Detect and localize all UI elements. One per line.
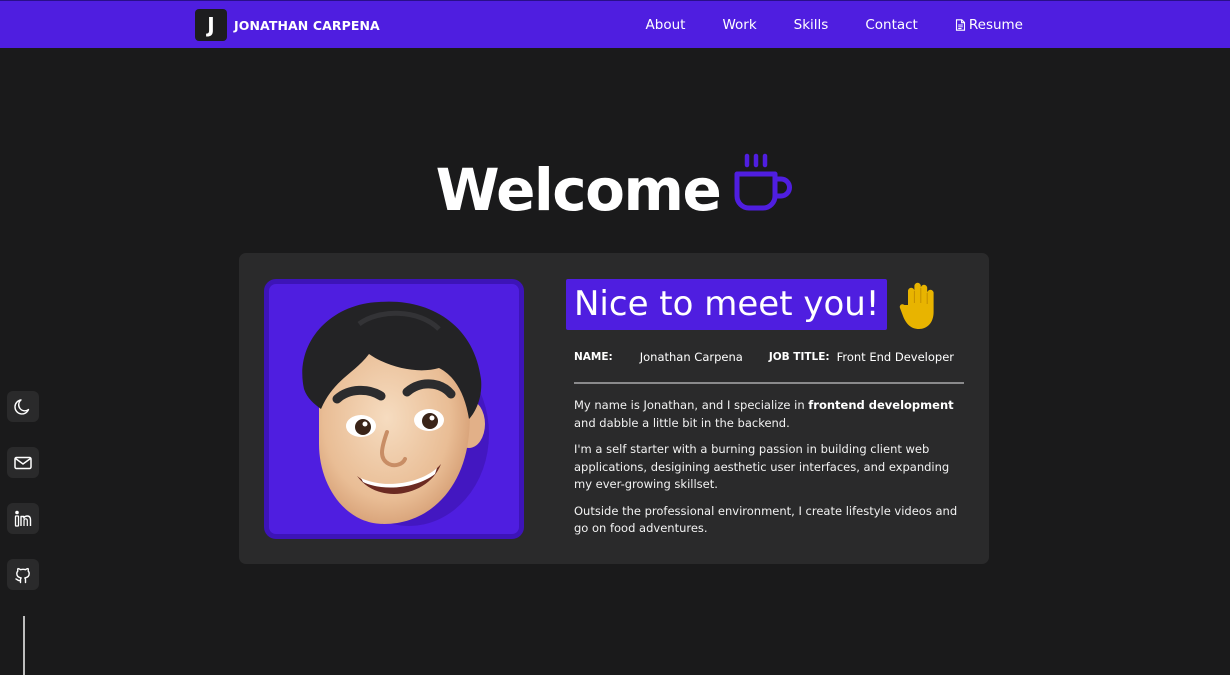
nav-link-resume-label: Resume [968, 17, 1023, 33]
nav-link-work[interactable]: Work [722, 17, 756, 33]
name-value: Jonathan Carpena [639, 350, 743, 364]
job-title-label: JOB TITLE: [768, 351, 830, 363]
brand-logo: J [195, 9, 227, 41]
email-link[interactable] [7, 447, 39, 478]
moon-icon [14, 398, 30, 415]
side-dock-line [23, 616, 25, 675]
nav-link-skills[interactable]: Skills [794, 17, 829, 33]
job-title-value: Front End Developer [836, 350, 955, 364]
github-icon [15, 567, 30, 583]
greeting-text: Nice to meet you! [566, 279, 888, 330]
about-card: Nice to meet you! NAME: Jonathan Carpena… [239, 253, 989, 564]
linkedin-icon [14, 510, 32, 527]
page-title: Welcome [435, 156, 722, 224]
bio-highlight: frontend development [808, 398, 954, 412]
memoji-avatar-image [302, 301, 489, 526]
raised-hand-icon [900, 282, 935, 329]
bio-paragraph-3: Outside the professional environment, I … [574, 503, 958, 536]
document-icon [955, 19, 965, 31]
bio: My name is Jonathan, and I specialize in… [574, 397, 969, 547]
brand-home-link[interactable]: J JONATHAN CARPENA [195, 9, 380, 41]
name-label: NAME: [574, 351, 613, 363]
top-navbar: J JONATHAN CARPENA About Work Skills Con… [0, 0, 1230, 48]
mail-icon [14, 456, 32, 469]
nav-link-resume[interactable]: Resume [955, 17, 1023, 33]
linkedin-link[interactable] [7, 503, 39, 534]
dark-mode-toggle[interactable] [7, 391, 39, 422]
bio-paragraph-1: My name is Jonathan, and I specialize in… [574, 398, 954, 430]
divider [574, 382, 964, 384]
side-dock [7, 391, 39, 590]
nav-link-contact[interactable]: Contact [865, 17, 918, 33]
avatar [264, 279, 524, 539]
bio-paragraph-2: I'm a self starter with a burning passio… [574, 442, 950, 491]
nav-links: About Work Skills Contact Resume [646, 1, 1023, 49]
brand-name: JONATHAN CARPENA [234, 17, 380, 33]
greeting: Nice to meet you! [566, 278, 943, 331]
nav-link-about[interactable]: About [646, 17, 686, 33]
coffee-cup-icon [734, 153, 793, 211]
github-link[interactable] [7, 559, 39, 590]
info-row: NAME: Jonathan Carpena JOB TITLE: Front … [574, 350, 964, 364]
welcome-heading: Welcome [0, 150, 1230, 230]
